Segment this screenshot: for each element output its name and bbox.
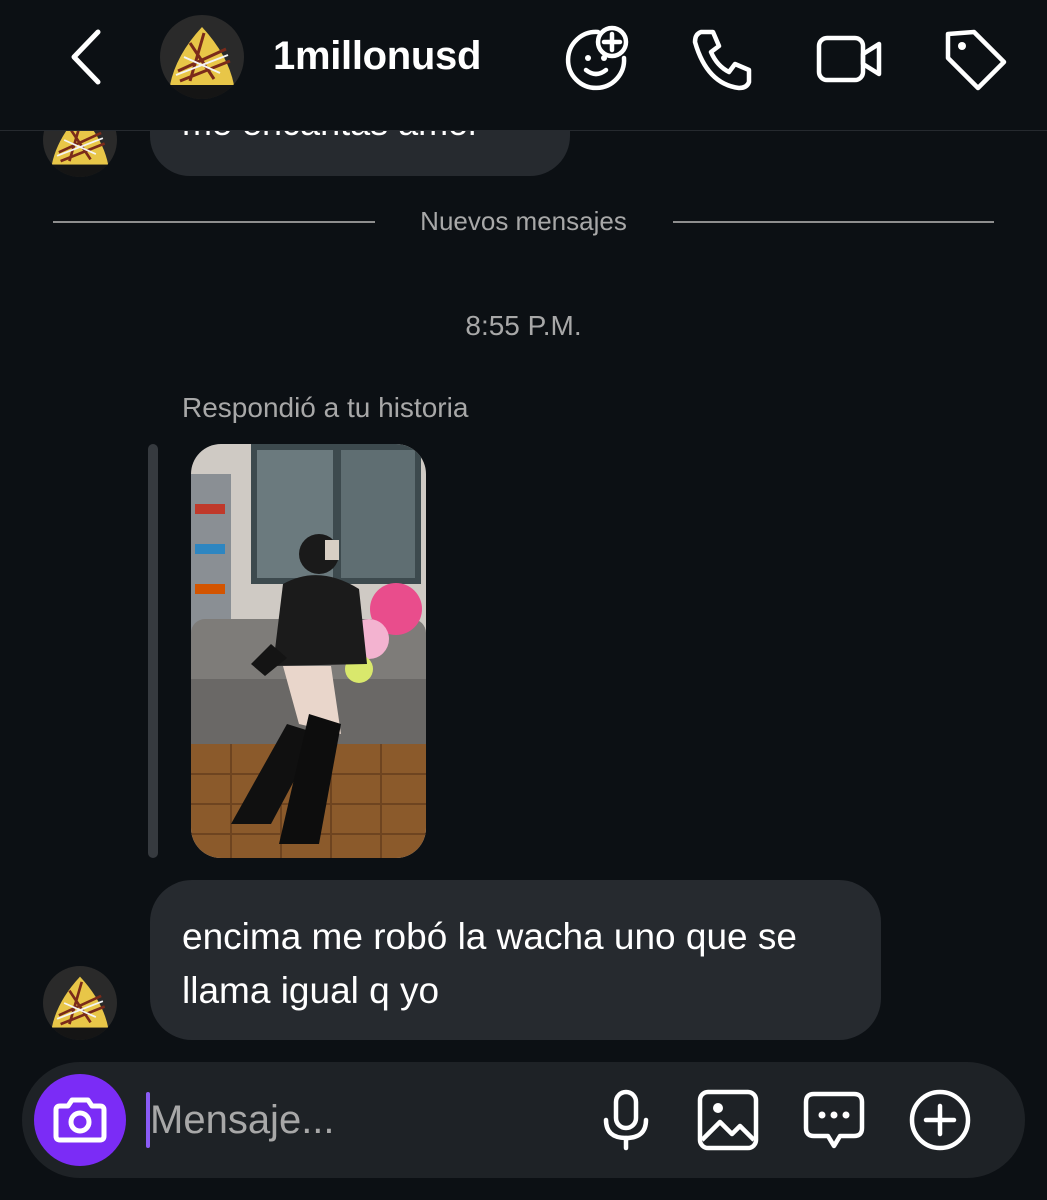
message-timestamp: 8:55 P.M.	[465, 310, 582, 341]
message-composer	[22, 1062, 1025, 1178]
plus-circle-icon[interactable]	[906, 1086, 974, 1154]
avatar-add-icon[interactable]	[562, 24, 632, 94]
story-thumbnail[interactable]	[191, 444, 426, 858]
video-camera-icon[interactable]	[815, 24, 885, 94]
message-text: encima me robó la wacha uno que se llama…	[182, 916, 797, 1011]
phone-icon[interactable]	[687, 24, 757, 94]
tag-icon[interactable]	[940, 24, 1010, 94]
back-chevron-icon[interactable]	[62, 26, 112, 88]
gallery-icon[interactable]	[694, 1086, 762, 1154]
sticker-chat-icon[interactable]	[800, 1086, 868, 1154]
microphone-icon[interactable]	[592, 1086, 660, 1154]
chat-header: 1millonusd	[0, 0, 1047, 131]
new-messages-divider-label: Nuevos mensajes	[420, 206, 627, 236]
username[interactable]: 1millonusd	[273, 34, 481, 79]
message-input[interactable]	[150, 1084, 590, 1156]
header-avatar[interactable]	[160, 15, 244, 99]
reply-indicator-bar	[148, 444, 158, 858]
story-reply-label: Respondió a tu historia	[182, 392, 469, 423]
message-bubble[interactable]: encima me robó la wacha uno que se llama…	[150, 880, 881, 1040]
sender-avatar[interactable]	[43, 966, 117, 1040]
camera-icon[interactable]	[34, 1074, 126, 1166]
